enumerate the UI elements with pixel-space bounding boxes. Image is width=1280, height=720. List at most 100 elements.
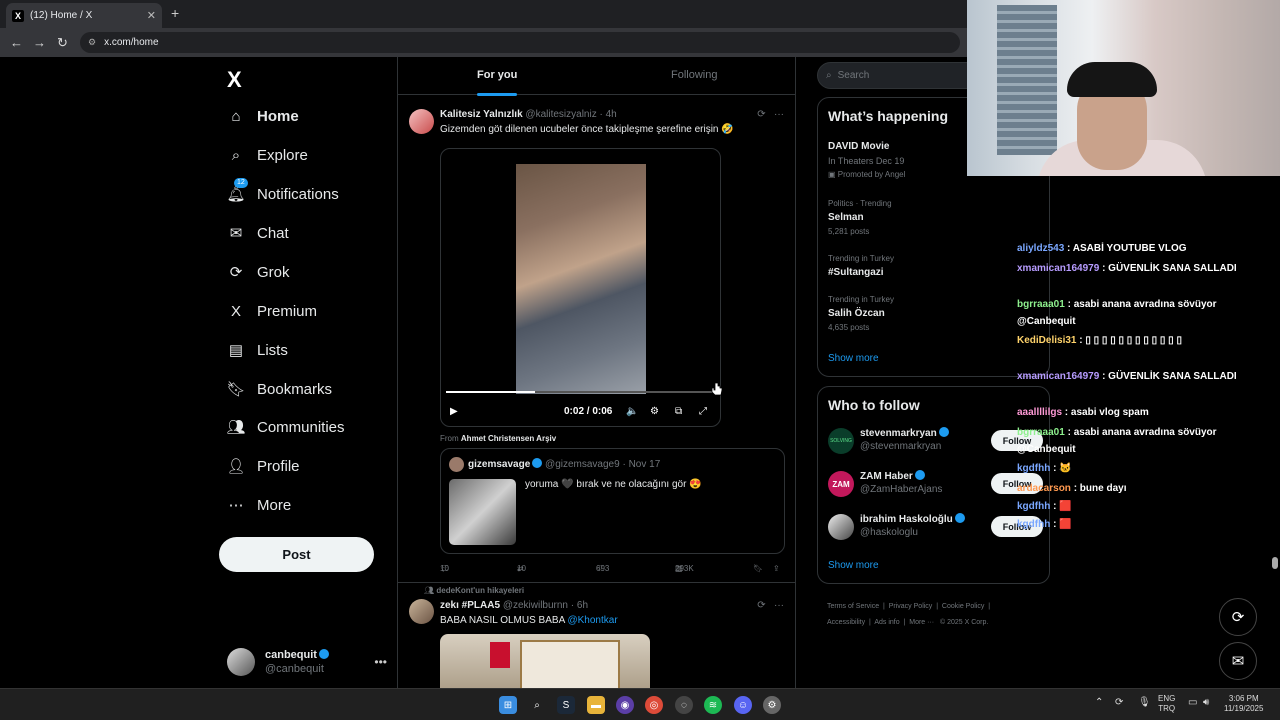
show-more-link[interactable]: Show more [828,560,879,571]
nav-item-premium[interactable]: X Premium [227,299,317,323]
reload-icon[interactable]: ↻ [57,35,68,51]
network-icon[interactable]: ▭ [1188,698,1197,708]
video-frame[interactable] [516,164,646,394]
nav-item-explore[interactable]: ⌕ Explore [227,143,308,167]
tweet-image[interactable] [440,634,650,688]
nav-item-profile[interactable]: 👤︎ Profile [226,454,299,478]
footer-link[interactable]: Accessibility [827,619,865,626]
more-dots-icon[interactable]: ··· [774,109,784,120]
search-icon: ⌕ [826,70,832,81]
quoted-tweet[interactable]: gizemsavage @gizemsavage9 · Nov 17 yorum… [440,448,785,554]
tab-following[interactable]: Following [671,69,717,81]
tray-chevron-icon[interactable]: ⌃ [1095,698,1103,708]
nav-item-lists[interactable]: ▤ Lists [227,338,288,362]
show-more-link[interactable]: Show more [828,353,879,364]
mention-link[interactable]: @Khontkar [567,615,617,626]
x-logo-icon[interactable]: X [227,67,242,93]
new-tab-icon[interactable]: + [171,5,179,21]
tray-app-icon[interactable]: ⟳ [1115,698,1123,708]
search-icon[interactable]: ⌕ [528,696,546,714]
windows-start-icon[interactable]: ⊞ [499,696,517,714]
play-icon[interactable]: ▶ [450,406,458,417]
close-tab-icon[interactable]: ✕ [147,9,156,22]
clock[interactable]: 3:06 PM 11/19/2025 [1224,694,1263,714]
from-name[interactable]: Ahmet Christensen Arşiv [461,434,556,443]
footer-link[interactable]: More ··· [909,619,934,626]
more-dots-icon[interactable]: ••• [374,655,387,669]
nav-item-bookmarks[interactable]: 🔖︎ Bookmarks [226,377,332,401]
avatar[interactable] [409,599,434,624]
back-icon[interactable]: ← [10,35,23,50]
like-button[interactable]: ♡ 693 [596,564,609,573]
forward-icon[interactable]: → [33,35,46,50]
discord-icon[interactable]: ☺ [734,696,752,714]
language-indicator[interactable]: ENG TRQ [1158,694,1175,714]
social-context: 👥︎ dedeKont'un hikayeleri [424,586,524,595]
folder-icon[interactable]: ▬ [587,696,605,714]
tweet-author-handle[interactable]: @kalitesizyalniz [525,109,596,120]
microphone-icon[interactable]: 🎙︎ [1138,698,1151,708]
tab-for-you[interactable]: For you [477,69,518,96]
pip-icon[interactable]: ⧉ [675,406,682,417]
steam-icon[interactable]: S [557,696,575,714]
nav-item-label: Lists [257,341,288,359]
chat-username: xmamican164979 [1017,371,1100,382]
nav-item-chat[interactable]: ✉ Chat [227,221,289,245]
footer-link[interactable]: Terms of Service [827,603,879,610]
url-input[interactable]: ⚙ x.com/home [80,32,960,53]
tweet-time[interactable]: · 6h [571,600,588,611]
obs-icon[interactable]: ◌ [675,696,693,714]
nav-item-communities[interactable]: 👥︎ Communities [226,415,344,439]
video-progress-bar[interactable] [446,391,715,393]
video-player[interactable]: ▶ 0:02 / 0:06 🔈 ⚙ ⧉ ⤢ [440,148,721,427]
more-dots-icon[interactable]: ··· [774,600,784,611]
tweet[interactable]: 👥︎ dedeKont'un hikayeleri zekı #PLAA5 @z… [398,584,796,688]
trend-item[interactable]: Politics · Trending Selman 5,281 posts [828,197,892,239]
browser-tab-strip: X (12) Home / X ✕ + [0,0,967,28]
context-text[interactable]: dedeKont'un hikayeleri [436,586,524,595]
messages-fab-icon[interactable]: ✉ [1219,642,1257,680]
tweet[interactable]: Kalitesiz Yalnızlık @kalitesizyalniz · 4… [398,101,796,583]
share-icon[interactable]: ⇪ [773,564,780,573]
tweet-author-handle[interactable]: @zekiwilburnn [503,600,568,611]
bookmark-icon[interactable]: 🔖︎ [753,564,763,573]
footer-link[interactable]: Ads info [874,619,899,626]
volume-icon[interactable]: 🔈 [626,406,638,417]
scrollbar-thumb[interactable] [1272,557,1278,569]
trend-item[interactable]: Trending in Turkey #Sultangazi [828,252,894,280]
settings-icon[interactable]: ⚙ [763,696,781,714]
nav-item-notifications[interactable]: 🔔︎ 12 Notifications [226,178,339,206]
views-button[interactable]: ▥ 293K [675,564,694,573]
browser-tab[interactable]: X (12) Home / X ✕ [6,3,162,28]
nav-item-more[interactable]: ⋯ More [227,493,292,517]
site-info-icon[interactable]: ⚙ [88,37,96,48]
nav-item-grok[interactable]: ⟳ Grok [227,260,290,284]
avatar[interactable] [409,109,434,134]
tweet-author-name[interactable]: Kalitesiz Yalnızlık [440,109,523,120]
footer-link[interactable]: Privacy Policy [889,603,933,610]
account-switcher[interactable]: canbequit @canbequit ••• [227,642,387,682]
fullscreen-icon[interactable]: ⤢ [699,406,707,417]
spotify-icon[interactable]: ≋ [704,696,722,714]
trend-item[interactable]: DAVID Movie In Theaters Dec 19 ▣ Promote… [828,140,905,182]
chat-message: aaallllilgs : asabi vlog spam [1017,404,1237,421]
trend-item[interactable]: Trending in Turkey Salih Özcan 4,635 pos… [828,293,894,335]
grok-fab-icon[interactable]: ⟳ [1219,598,1257,636]
repost-button[interactable]: ⇄ 10 [517,564,526,573]
search-input[interactable]: ⌕ Search [817,62,977,89]
post-button[interactable]: Post [219,537,374,572]
reply-button[interactable]: 💬︎ 10 [440,564,450,573]
tweet-author-name[interactable]: zekı #PLAA5 [440,600,500,611]
trend-meta: Trending in Turkey [828,254,894,263]
grok-icon[interactable]: ⟳ [757,600,765,611]
volume-icon[interactable]: 🔊︎ [1203,698,1209,708]
tweet-time[interactable]: · 4h [600,109,617,120]
settings-icon[interactable]: ⚙ [650,406,659,417]
chrome-icon[interactable]: ◎ [645,696,663,714]
person-icon: 👤︎ [226,458,246,475]
footer-link[interactable]: Cookie Policy [942,603,984,610]
nav-item-home[interactable]: ⌂ Home [227,104,298,128]
app-icon[interactable]: ◉ [616,696,634,714]
suggestion-handle: @haskologlu [860,527,918,538]
grok-icon[interactable]: ⟳ [757,109,765,120]
